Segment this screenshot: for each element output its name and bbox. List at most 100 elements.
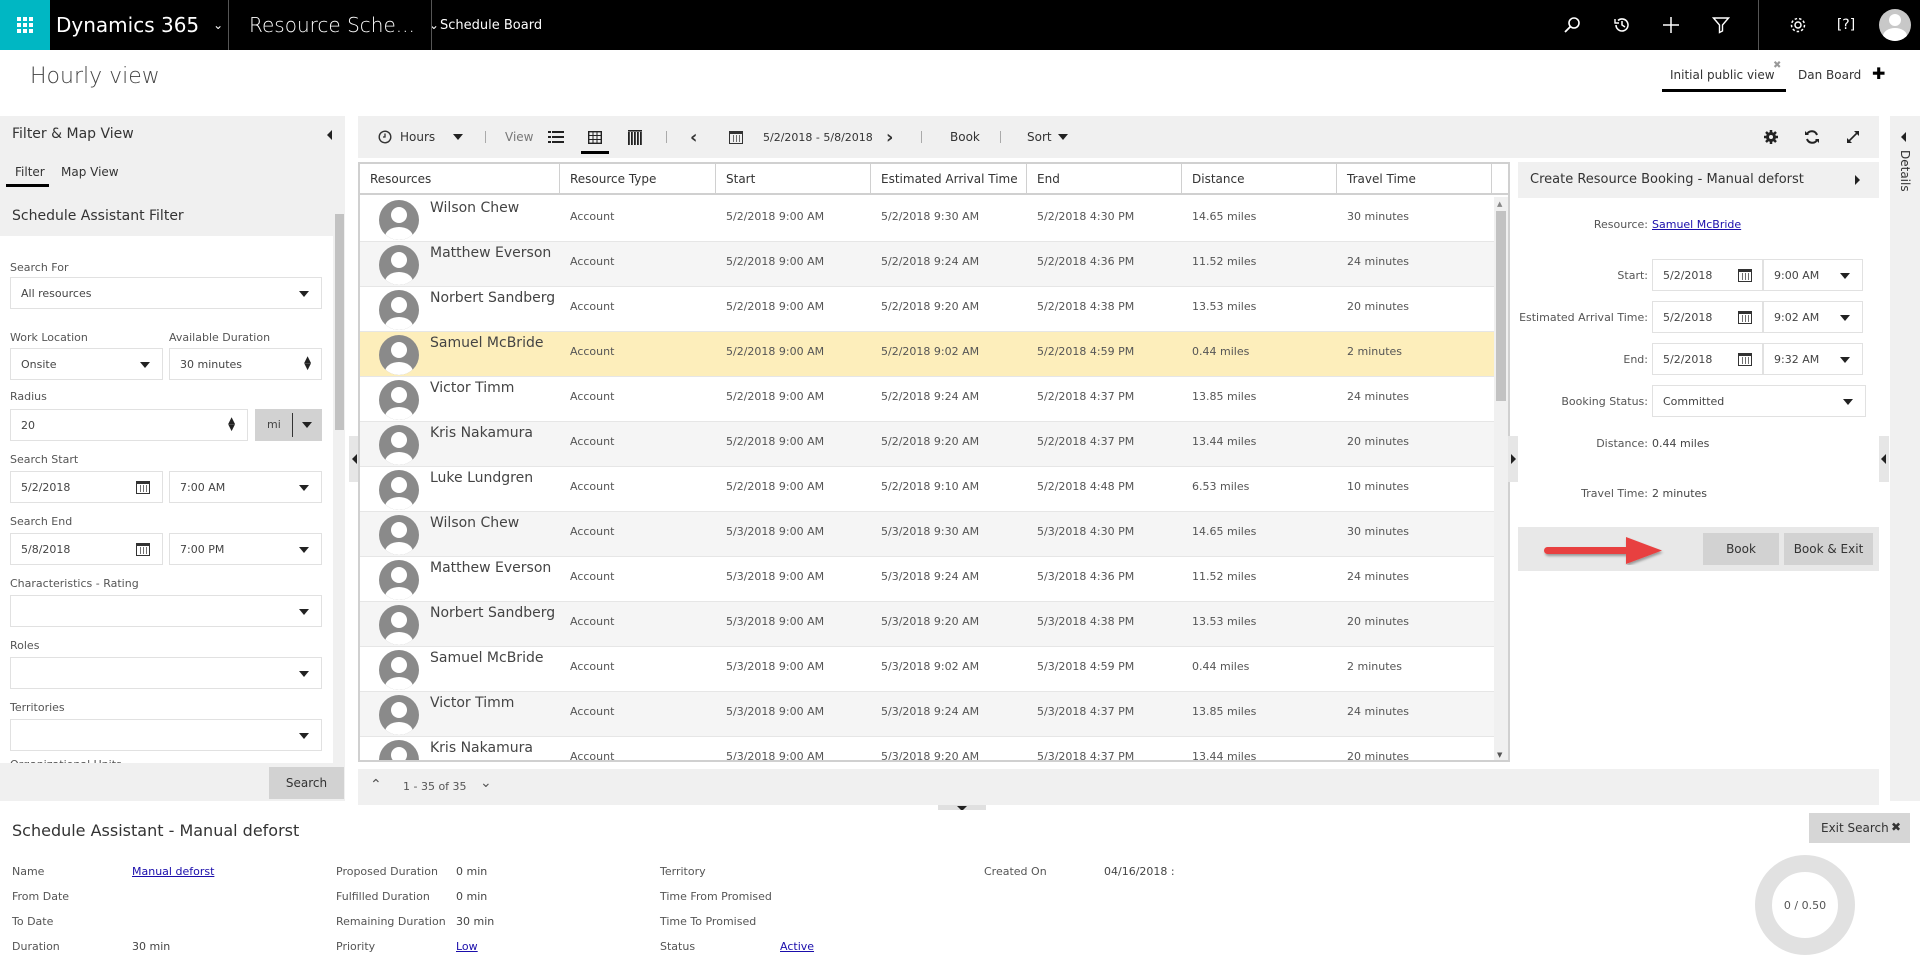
booking-status-select[interactable]: Committed (1652, 385, 1866, 417)
refresh-icon[interactable] (1804, 116, 1820, 158)
next-range-icon[interactable]: › (886, 116, 893, 158)
collapse-panel-icon[interactable] (1855, 175, 1860, 185)
eta-date-input[interactable]: 5/2/2018 (1652, 301, 1763, 333)
calendar-icon[interactable] (729, 116, 743, 158)
calendar-icon[interactable] (1738, 353, 1752, 366)
calendar-icon[interactable] (136, 481, 150, 494)
column-header-resource-type[interactable]: Resource Type (560, 164, 716, 195)
resource-name[interactable]: Wilson Chew (430, 200, 519, 216)
add-board-icon[interactable]: ✚ (1872, 64, 1885, 83)
page-breadcrumb[interactable]: Schedule Board (440, 0, 542, 50)
resource-name[interactable]: Samuel McBride (430, 650, 543, 666)
expand-icon[interactable] (1845, 116, 1861, 158)
table-row[interactable]: Victor Timm Account 5/3/2018 9:00 AM 5/3/20… (360, 692, 1494, 737)
column-header-distance[interactable]: Distance (1182, 164, 1337, 195)
search-button[interactable]: Search (269, 767, 344, 799)
calendar-icon[interactable] (1738, 311, 1752, 324)
column-header-resources[interactable]: Resources (360, 164, 560, 195)
scroll-up-icon[interactable]: ▲ (1497, 200, 1502, 208)
module-switcher[interactable]: Resource Sche... ⌄ (249, 0, 439, 50)
column-header-eta[interactable]: Estimated Arrival Time (871, 164, 1027, 195)
table-row[interactable]: Matthew Everson Account 5/3/2018 9:00 AM 5/… (360, 557, 1494, 602)
resource-name[interactable]: Matthew Everson (430, 560, 551, 576)
expand-details-handle[interactable] (1879, 436, 1889, 482)
search-start-date[interactable]: 5/2/2018 (10, 471, 163, 503)
start-date-input[interactable]: 5/2/2018 (1652, 259, 1763, 291)
help-icon[interactable]: [?] (1834, 13, 1858, 37)
scroll-down-icon[interactable]: ▼ (1497, 751, 1502, 759)
exit-search-button[interactable]: Exit Search ✖ (1809, 813, 1910, 843)
table-row[interactable]: Matthew Everson Account 5/2/2018 9:00 AM 5/… (360, 242, 1494, 287)
filter-icon[interactable] (1709, 13, 1733, 37)
detail-value[interactable]: Low (456, 940, 478, 953)
app-switcher[interactable]: Dynamics 365 ⌄ (56, 0, 223, 50)
table-row[interactable]: Norbert Sandberg Account 5/2/2018 9:00 AM 5… (360, 287, 1494, 332)
resource-name[interactable]: Matthew Everson (430, 245, 551, 261)
user-avatar[interactable] (1879, 9, 1911, 41)
table-row[interactable]: Wilson Chew Account 5/2/2018 9:00 AM 5/2/20… (360, 197, 1494, 242)
search-end-time[interactable]: 7:00 PM (169, 533, 322, 565)
app-launcher-button[interactable] (0, 0, 50, 50)
book-toolbar-button[interactable]: Book (950, 116, 980, 158)
tab-initial-public-view[interactable]: Initial public view (1670, 68, 1775, 82)
vertical-view-icon[interactable] (628, 116, 642, 158)
book-and-exit-button[interactable]: Book & Exit (1784, 533, 1873, 565)
collapse-panel-icon[interactable] (327, 130, 332, 140)
collapse-booking-handle[interactable] (1508, 436, 1518, 482)
table-row[interactable]: Samuel McBride Account 5/2/2018 9:00 AM 5/2… (360, 332, 1494, 377)
table-row[interactable]: Samuel McBride Account 5/3/2018 9:00 AM 5/3… (360, 647, 1494, 692)
radius-unit-select[interactable]: mi (255, 409, 322, 441)
previous-range-icon[interactable]: ‹ (690, 116, 697, 158)
list-view-icon[interactable] (548, 116, 564, 158)
grid-scrollbar[interactable]: ▲ ▼ (1494, 197, 1508, 760)
history-icon[interactable] (1610, 13, 1634, 37)
search-icon[interactable] (1560, 13, 1584, 37)
detail-value[interactable]: Active (780, 940, 814, 953)
resource-name[interactable]: Victor Timm (430, 695, 514, 711)
search-for-select[interactable]: All resources (10, 277, 322, 309)
radius-input[interactable]: 20 ▲ ▼ (10, 409, 248, 441)
calendar-icon[interactable] (136, 543, 150, 556)
book-button[interactable]: Book (1703, 533, 1779, 565)
resource-name[interactable]: Kris Nakamura (430, 740, 533, 756)
search-start-time[interactable]: 7:00 AM (169, 471, 322, 503)
search-end-date[interactable]: 5/8/2018 (10, 533, 163, 565)
spinner-icon[interactable]: ▲ ▼ (304, 356, 311, 372)
resource-name[interactable]: Norbert Sandberg (430, 605, 555, 621)
plus-icon[interactable] (1659, 13, 1683, 37)
eta-time-select[interactable]: 9:02 AM (1763, 301, 1863, 333)
characteristics-select[interactable] (10, 595, 322, 627)
board-settings-icon[interactable] (1763, 116, 1779, 158)
column-header-end[interactable]: End (1027, 164, 1182, 195)
table-row[interactable]: Norbert Sandberg Account 5/3/2018 9:00 AM 5… (360, 602, 1494, 647)
date-range-label[interactable]: 5/2/2018 - 5/8/2018 (763, 116, 873, 158)
table-row[interactable]: Kris Nakamura Account 5/2/2018 9:00 AM 5/2/… (360, 422, 1494, 467)
end-date-input[interactable]: 5/2/2018 (1652, 343, 1763, 375)
gear-icon[interactable] (1786, 13, 1810, 37)
tab-dan-board[interactable]: Dan Board (1798, 68, 1861, 82)
table-row[interactable]: Victor Timm Account 5/2/2018 9:00 AM 5/2/20… (360, 377, 1494, 422)
calendar-icon[interactable] (1738, 269, 1752, 282)
column-header-travel-time[interactable]: Travel Time (1337, 164, 1492, 195)
close-tab-icon[interactable]: ✖ (1773, 60, 1781, 71)
start-time-select[interactable]: 9:00 AM (1763, 259, 1863, 291)
detail-value[interactable]: Manual deforst (132, 865, 214, 878)
scrollbar-thumb[interactable] (335, 214, 344, 430)
end-time-select[interactable]: 9:32 AM (1763, 343, 1863, 375)
resource-name[interactable]: Samuel McBride (430, 335, 543, 351)
resource-name[interactable]: Victor Timm (430, 380, 514, 396)
resource-link[interactable]: Samuel McBride (1652, 218, 1741, 231)
details-side-tab[interactable]: Details (1890, 116, 1920, 801)
tab-filter[interactable]: Filter (15, 165, 45, 179)
table-row[interactable]: Luke Lundgren Account 5/2/2018 9:00 AM 5/2/… (360, 467, 1494, 512)
resource-name[interactable]: Norbert Sandberg (430, 290, 555, 306)
table-row[interactable]: Kris Nakamura Account 5/3/2018 9:00 AM 5/3/… (360, 737, 1494, 760)
table-row[interactable]: Wilson Chew Account 5/3/2018 9:00 AM 5/3/20… (360, 512, 1494, 557)
filter-scrollbar[interactable] (333, 198, 345, 763)
sort-dropdown[interactable]: Sort (1027, 116, 1068, 158)
resource-name[interactable]: Kris Nakamura (430, 425, 533, 441)
hours-dropdown[interactable]: Hours (378, 116, 464, 158)
work-location-select[interactable]: Onsite (10, 348, 163, 380)
page-up-icon[interactable]: ⌃ (370, 777, 382, 793)
resource-name[interactable]: Luke Lundgren (430, 470, 533, 486)
